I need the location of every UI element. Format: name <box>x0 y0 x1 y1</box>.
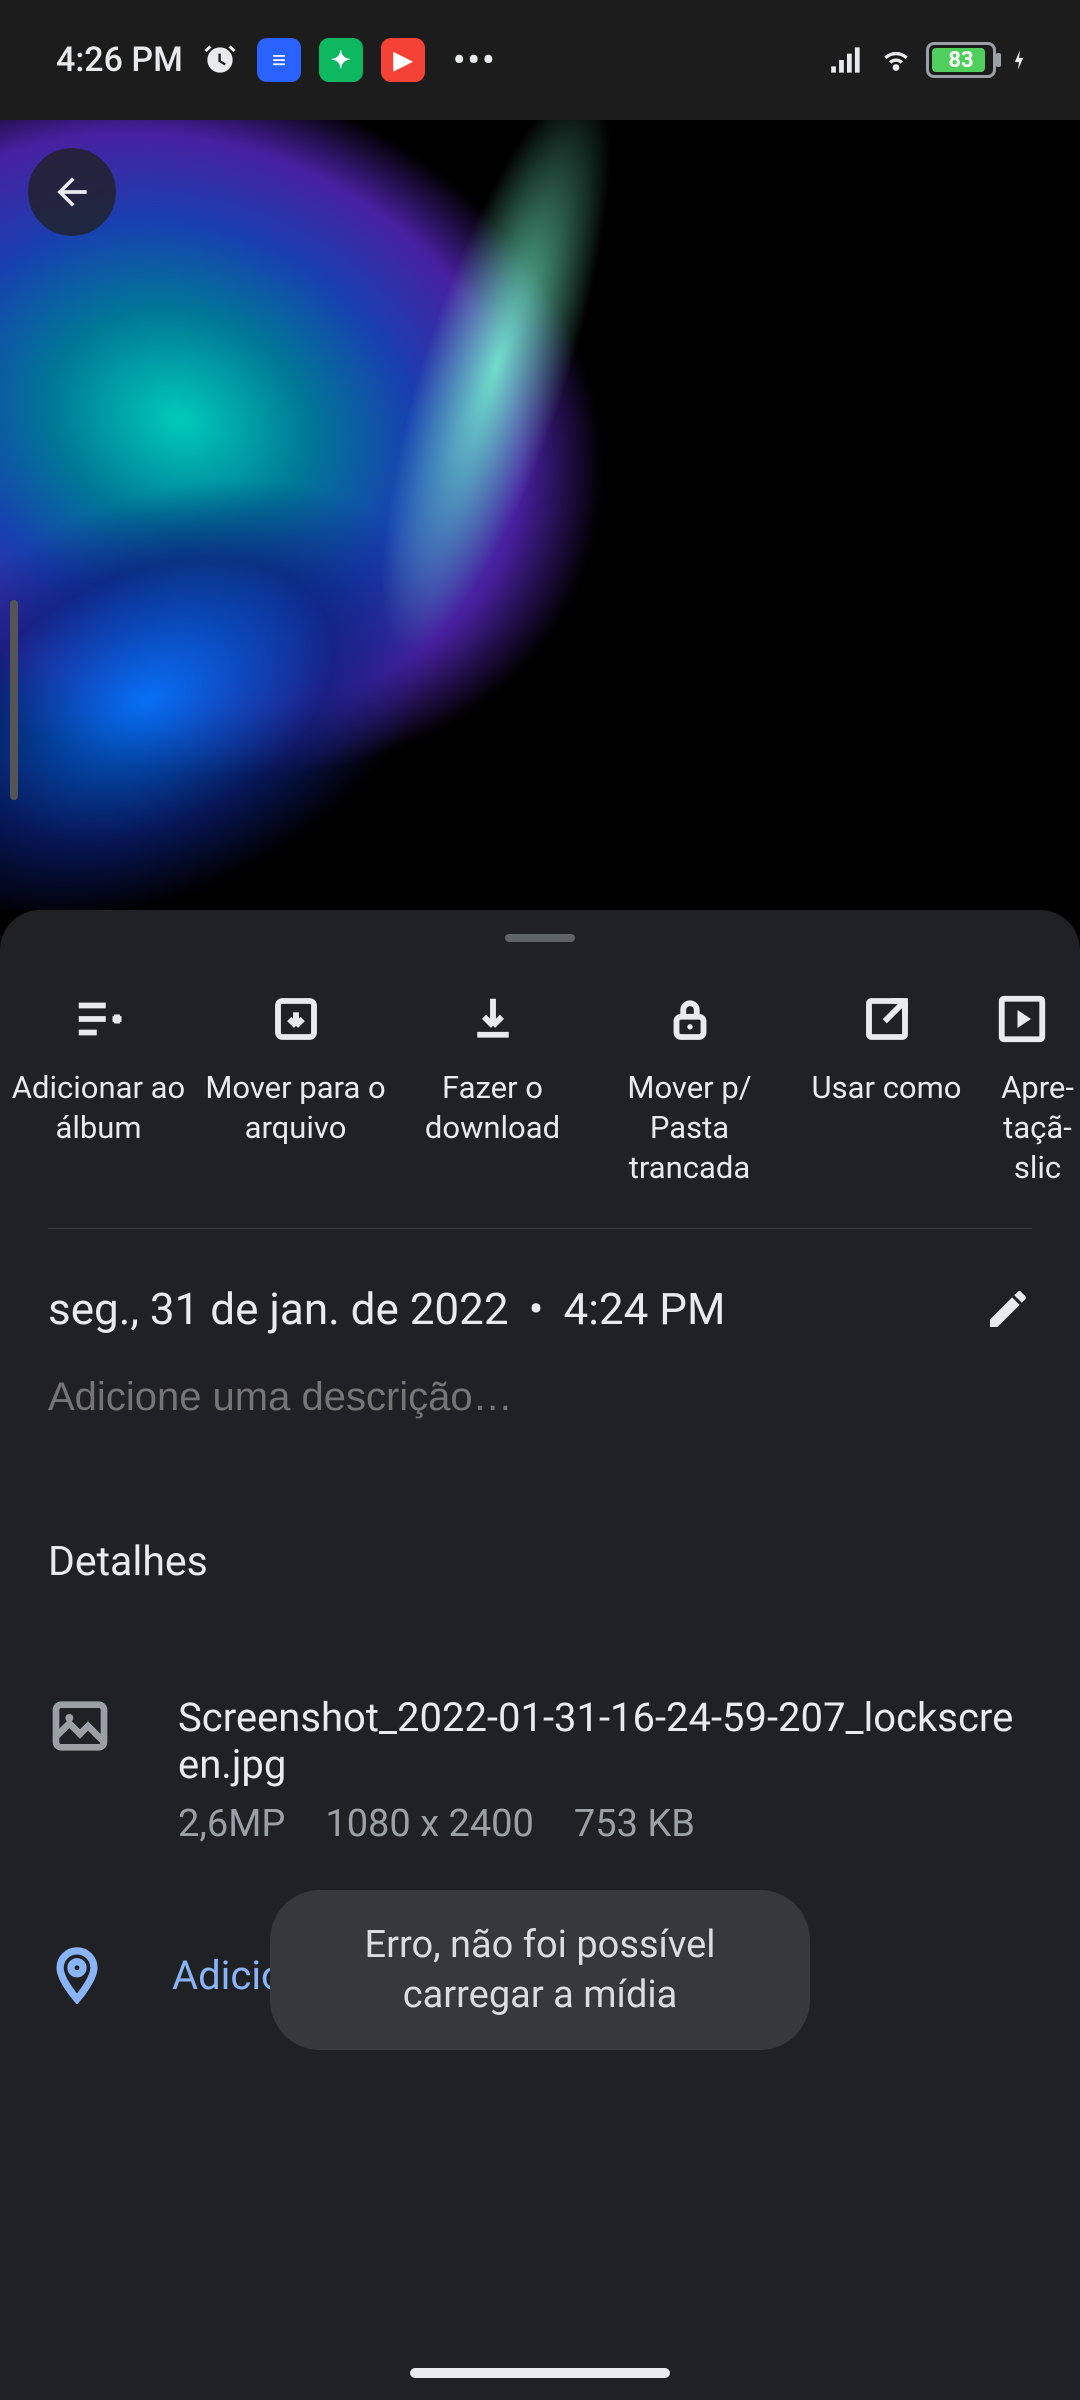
description-input[interactable] <box>48 1375 1072 1420</box>
actions-row[interactable]: Adicionar ao álbum Mover para o arquivo … <box>0 968 1080 1228</box>
action-move-to-archive[interactable]: Mover para o arquivo <box>197 992 394 1188</box>
action-label: Apre­taçã­slic <box>995 1068 1080 1188</box>
notif-more-icon: ••• <box>443 39 497 81</box>
photo-content <box>0 120 1080 910</box>
cell-signal-icon <box>828 41 866 79</box>
action-label: Usar como <box>812 1068 962 1108</box>
action-label: Fazer o download <box>394 1068 591 1148</box>
file-info-row: Screenshot_2022-01-31-16-24-59-207_locks… <box>48 1694 1032 1846</box>
action-add-to-album[interactable]: Adicionar ao álbum <box>0 992 197 1188</box>
action-use-as[interactable]: Usar como <box>788 992 985 1188</box>
toast-text: Erro, não foi possível carregar a mídia <box>364 1923 715 2017</box>
details-heading: Detalhes <box>48 1538 1032 1586</box>
status-time: 4:26 PM <box>56 40 183 80</box>
action-move-to-locked[interactable]: Mover p/ Pasta trancada <box>591 992 788 1188</box>
notif-app-icon: ✦ <box>319 38 363 82</box>
photo-viewer[interactable] <box>0 120 1080 910</box>
file-name: Screenshot_2022-01-31-16-24-59-207_locks… <box>178 1694 1032 1788</box>
sheet-grabber[interactable] <box>505 934 575 942</box>
back-button[interactable] <box>28 148 116 236</box>
dot-separator: • <box>529 1283 544 1335</box>
image-icon <box>48 1694 112 1758</box>
wifi-icon <box>876 40 916 80</box>
scroll-indicator <box>10 600 18 800</box>
file-megapixels: 2,6MP <box>178 1802 285 1846</box>
divider <box>48 1228 1032 1229</box>
action-label: Mover para o arquivo <box>197 1068 394 1148</box>
charging-icon <box>1006 47 1032 73</box>
action-download[interactable]: Fazer o download <box>394 992 591 1188</box>
gesture-nav-bar[interactable] <box>410 2368 670 2378</box>
error-toast: Erro, não foi possível carregar a mídia <box>270 1890 810 2050</box>
photo-time: 4:24 PM <box>563 1283 725 1335</box>
date-row: seg., 31 de jan. de 2022 • 4:24 PM <box>0 1283 1080 1335</box>
status-bar: 4:26 PM ≡ ✦ ▶ ••• 83 <box>0 0 1080 120</box>
edit-datetime-button[interactable] <box>984 1285 1032 1333</box>
action-label: Mover p/ Pasta trancada <box>591 1068 788 1188</box>
alarm-icon <box>201 41 239 79</box>
photo-date: seg., 31 de jan. de 2022 <box>48 1283 509 1335</box>
location-pin-icon <box>48 1946 106 2004</box>
file-size: 753 KB <box>574 1802 695 1846</box>
info-sheet[interactable]: Adicionar ao álbum Mover para o arquivo … <box>0 910 1080 2400</box>
battery-pct: 83 <box>948 48 973 73</box>
action-slideshow[interactable]: Apre­taçã­slic <box>985 992 1080 1188</box>
action-label: Adicionar ao álbum <box>0 1068 197 1148</box>
battery-indicator: 83 <box>926 42 996 78</box>
file-dimensions: 1080 x 2400 <box>325 1802 534 1846</box>
notif-app-icon: ≡ <box>257 38 301 82</box>
notif-app-icon: ▶ <box>381 38 425 82</box>
